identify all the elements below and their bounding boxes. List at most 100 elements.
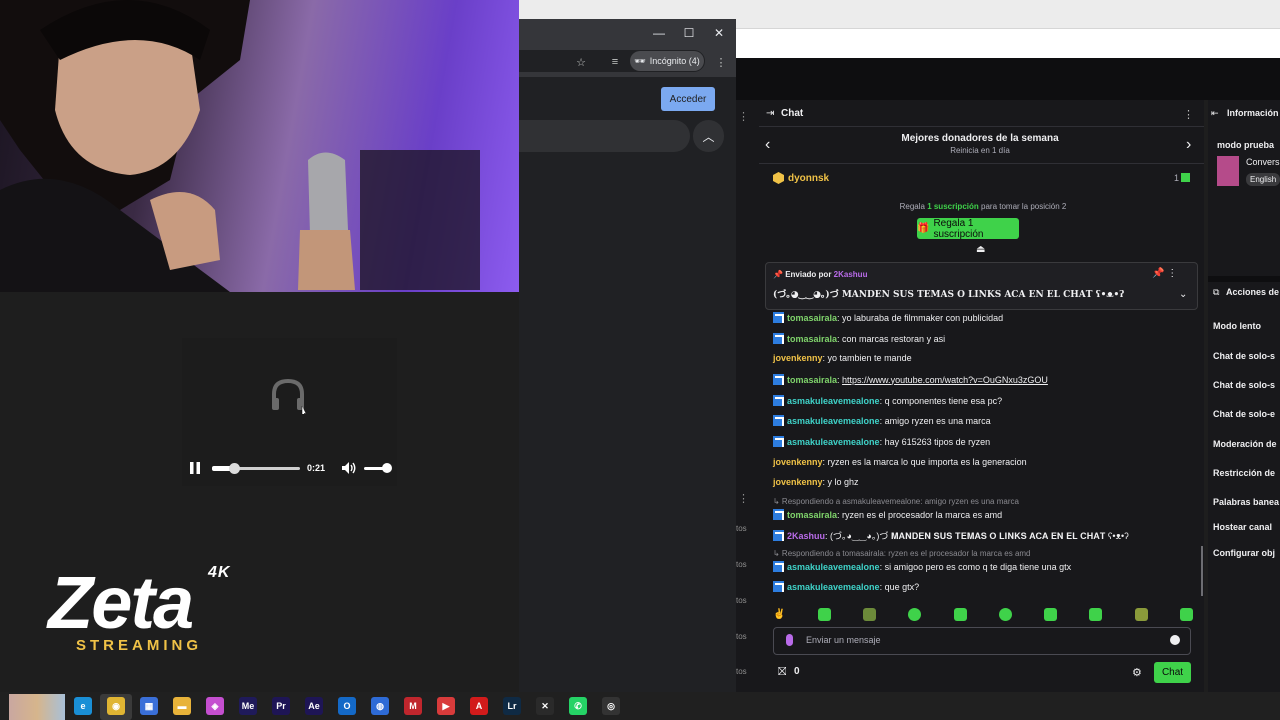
emote-icon[interactable] [863, 607, 877, 621]
chat-username[interactable]: asmakuleavemealone [787, 396, 880, 406]
headphones-icon [272, 378, 306, 414]
actions-title: Acciones de [1226, 287, 1280, 297]
taskbar-obs-icon[interactable]: ◎ [602, 697, 620, 715]
acceder-button[interactable]: Acceder [661, 87, 715, 111]
action-item[interactable]: Hostear canal [1213, 522, 1272, 532]
chat-username[interactable]: asmakuleavemealone [787, 437, 880, 447]
taskbar-chrome-icon[interactable]: ◉ [107, 697, 125, 715]
emote-icon[interactable] [817, 607, 831, 621]
chat-username[interactable]: jovenkenny [773, 477, 823, 487]
chat-username[interactable]: jovenkenny [773, 457, 823, 467]
taskbar-photos-icon[interactable]: ◈ [206, 697, 224, 715]
taskbar-store-icon[interactable]: ▦ [140, 697, 158, 715]
taskbar-media-encoder-icon[interactable]: Me [239, 697, 257, 715]
taskbar-explorer-icon[interactable]: ▬ [173, 697, 191, 715]
taskbar-edge-icon[interactable]: e [74, 697, 92, 715]
divider [759, 126, 1204, 127]
top-donor-name[interactable]: dyonnsk [788, 173, 829, 184]
actions-icon: ⧉ [1213, 287, 1220, 297]
emote-icon[interactable] [1089, 607, 1103, 621]
media-control-icon[interactable]: ≡ [608, 55, 622, 69]
chat-message: asmakuleavemealone: que gtx? [773, 581, 919, 592]
emote-icon[interactable] [1134, 607, 1148, 621]
webcam-image [0, 0, 480, 292]
chat-username[interactable]: tomasairala [787, 510, 837, 520]
chat-menu-icon[interactable]: ⋮ [1183, 108, 1194, 121]
taskbar-premiere-icon[interactable]: Pr [272, 697, 290, 715]
gift-icon [1181, 173, 1190, 182]
taskbar-anydesk-icon[interactable]: ▶ [437, 697, 455, 715]
taskbar [0, 692, 1280, 720]
message-link[interactable]: https://www.youtube.com/watch?v=OuGNxu3z… [842, 375, 1048, 385]
collapse-icon[interactable]: ⏏ [976, 244, 985, 255]
maximize-button[interactable]: ☐ [674, 19, 704, 47]
close-button[interactable]: ✕ [704, 19, 734, 47]
kebab-menu-icon[interactable]: ⋮ [714, 55, 728, 69]
action-item[interactable]: Moderación de [1213, 439, 1277, 449]
sidebar-collapse-icon[interactable]: ⇥ [766, 108, 774, 119]
chat-username[interactable]: asmakuleavemealone [787, 582, 880, 592]
user-badge-icon [773, 415, 784, 426]
gear-icon[interactable]: ⚙ [1132, 666, 1142, 679]
taskbar-outlook-icon[interactable]: O [338, 697, 356, 715]
chevron-down-icon[interactable]: ⌄ [1179, 289, 1187, 300]
emote-icon[interactable] [1179, 607, 1193, 621]
seek-thumb[interactable] [229, 463, 240, 474]
chevron-left-icon[interactable]: ‹ [765, 136, 770, 154]
volume-thumb[interactable] [382, 463, 392, 473]
taskbar-lightroom-icon[interactable]: Lr [503, 697, 521, 715]
left-strip-label: tos [736, 560, 747, 569]
message-body: jovenkenny: yo tambien te mande [773, 353, 912, 363]
chat-username[interactable]: tomasairala [787, 313, 837, 323]
gift-button-label: Regala 1 suscripción [933, 217, 984, 240]
chat-username[interactable]: 2Kashuu [787, 531, 825, 541]
gift-subscription-button[interactable]: 🎁 Regala 1 suscripción [917, 217, 1019, 240]
chat-username[interactable]: tomasairala [787, 334, 837, 344]
action-item[interactable]: Restricción de [1213, 468, 1275, 478]
chat-send-button[interactable]: Chat [1154, 662, 1191, 683]
pause-icon[interactable] [188, 461, 202, 475]
chat-scrollbar[interactable] [1201, 546, 1203, 596]
taskbar-after-effects-icon[interactable]: Ae [305, 697, 323, 715]
emote-icon[interactable] [953, 607, 967, 621]
microphone-icon[interactable] [786, 634, 793, 646]
taskbar-thumbnail[interactable] [9, 694, 65, 720]
channel-points-icon[interactable]: ⛝ [778, 666, 786, 679]
taskbar-acrobat-icon[interactable]: A [470, 697, 488, 715]
action-item[interactable]: Chat de solo-s [1213, 380, 1275, 390]
pinned-by-user[interactable]: 2Kashuu [834, 270, 868, 279]
action-item[interactable]: Chat de solo-e [1213, 409, 1275, 419]
arrow-icon[interactable]: ⇤ [1211, 108, 1219, 119]
emote-icon[interactable] [908, 607, 922, 621]
message-text: : que gtx? [879, 581, 920, 592]
chevron-right-icon[interactable]: › [1186, 136, 1191, 154]
gift-highlight: 1 suscripción [927, 202, 979, 211]
action-item[interactable]: Chat de solo-s [1213, 351, 1275, 361]
taskbar-vpn-icon[interactable]: ◍ [371, 697, 389, 715]
action-item[interactable]: Configurar obj [1213, 548, 1275, 558]
star-icon[interactable]: ☆ [574, 55, 588, 69]
search-box[interactable] [519, 120, 690, 152]
emote-bar: ✌ [773, 605, 1193, 623]
chat-username[interactable]: tomasairala [787, 375, 837, 385]
incognito-button[interactable]: 🕶 Incógnito (4) [630, 51, 704, 71]
emote-icon[interactable]: ✌ [773, 609, 785, 620]
emote-icon[interactable] [1044, 607, 1058, 621]
taskbar-capcut-icon[interactable]: ✕ [536, 697, 554, 715]
taskbar-shield-icon[interactable]: M [404, 697, 422, 715]
volume-icon[interactable] [341, 461, 357, 475]
minimize-button[interactable]: — [644, 19, 674, 47]
kebab-menu-icon[interactable]: ⋮ [738, 110, 749, 123]
emote-icon[interactable] [998, 607, 1012, 621]
chevron-up-icon[interactable]: ︿ [693, 120, 724, 152]
emoji-icon[interactable] [1170, 635, 1180, 645]
kebab-menu-icon[interactable]: ⋮ [738, 492, 749, 505]
action-item[interactable]: Modo lento [1213, 321, 1261, 331]
taskbar-whatsapp-icon[interactable]: ✆ [569, 697, 587, 715]
message-body: asmakuleavemealone: amigo ryzen es una m… [787, 416, 991, 426]
chat-username[interactable]: asmakuleavemealone [787, 416, 880, 426]
action-item[interactable]: Palabras banea [1213, 497, 1279, 507]
chat-username[interactable]: jovenkenny [773, 353, 823, 363]
chat-username[interactable]: asmakuleavemealone [787, 562, 880, 572]
unpin-icon[interactable]: 📌 ⋮ [1152, 268, 1177, 279]
